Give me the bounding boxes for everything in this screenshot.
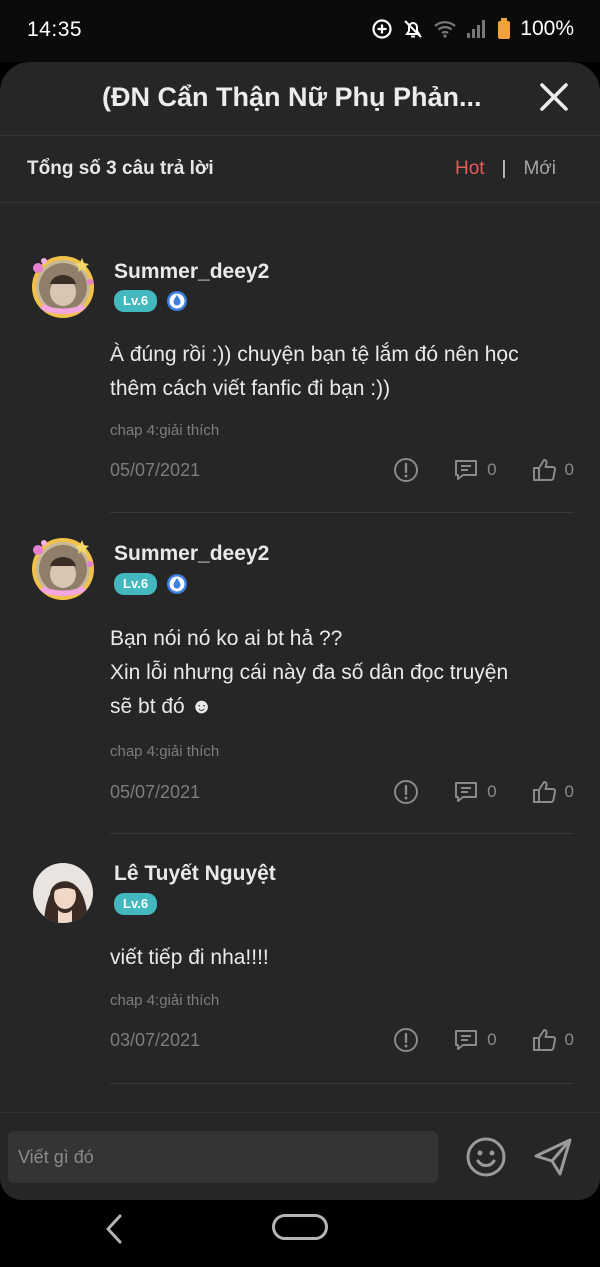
status-icons: 100%: [371, 17, 574, 41]
comment-item: Summer_deey2 Lv.6 Bạn nói nó ko ai bt hả…: [0, 514, 600, 834]
thumbs-up-icon: [532, 459, 556, 481]
total-replies: Tổng số 3 câu trả lời: [27, 158, 214, 179]
comment-item: Summer_deey2 Lv.6 À đúng rồi :)) chuyện …: [0, 204, 600, 514]
thumbs-up-icon: [532, 1029, 556, 1051]
user-badges: Lv.6: [114, 893, 158, 915]
level-badge: Lv.6: [114, 573, 158, 595]
report-icon: [394, 1028, 419, 1052]
home-button[interactable]: [272, 1214, 328, 1240]
like-button[interactable]: 0: [531, 457, 574, 483]
reply-button[interactable]: 0: [453, 1027, 497, 1053]
reply-count: 0: [487, 1030, 497, 1049]
avatar[interactable]: [30, 536, 96, 602]
sheet-title: (ĐN Cẩn Thận Nữ Phụ Phản...: [102, 82, 482, 112]
comment-actions: 0 0: [393, 457, 574, 483]
report-icon: [394, 780, 419, 804]
chapter-label[interactable]: chap 4:giải thích: [110, 422, 219, 439]
chapter-label[interactable]: chap 4:giải thích: [110, 743, 219, 760]
like-count: 0: [564, 460, 574, 479]
sheet-header: (ĐN Cẩn Thận Nữ Phụ Phản...: [0, 62, 600, 136]
divider: [110, 1083, 574, 1084]
comment-icon: [455, 460, 478, 480]
comment-input[interactable]: [8, 1131, 438, 1183]
send-icon[interactable]: [533, 1137, 573, 1177]
comment-text: viết tiếp đi nha!!!!: [110, 946, 269, 969]
comment-date: 05/07/2021: [110, 460, 201, 480]
comment-actions: 0 0: [393, 1027, 574, 1053]
avatar[interactable]: [30, 254, 96, 320]
battery-percent: 100%: [520, 17, 574, 40]
user-avatar-icon: [33, 863, 93, 923]
comment-item: Lê Tuyết Nguyệt Lv.6 viết tiếp đi nha!!!…: [0, 834, 600, 1084]
user-badges: Lv.6: [114, 290, 188, 312]
system-nav-bar: [0, 1200, 600, 1267]
comment-icon: [455, 1030, 478, 1050]
comment-text: Bạn nói nó ko ai bt hả ?? Xin lỗi nhưng …: [110, 627, 509, 718]
sort-new-tab[interactable]: Mới: [523, 158, 556, 180]
report-button[interactable]: [393, 457, 419, 483]
sort-tabs: Hot | Mới: [455, 158, 556, 180]
comment-date: 05/07/2021: [110, 782, 201, 802]
signal-icon: [467, 20, 486, 38]
username[interactable]: Summer_deey2: [114, 260, 269, 284]
user-badges: Lv.6: [114, 573, 188, 595]
battery-icon: [498, 18, 511, 39]
sort-hot-tab[interactable]: Hot: [455, 158, 485, 180]
avatar[interactable]: [30, 860, 96, 926]
reply-button[interactable]: 0: [453, 457, 497, 483]
level-badge: Lv.6: [114, 290, 158, 312]
divider: [110, 512, 574, 513]
water-drop-badge-icon: [167, 291, 188, 311]
sort-separator: |: [501, 158, 507, 179]
like-button[interactable]: 0: [531, 1027, 574, 1053]
report-button[interactable]: [393, 779, 419, 805]
comment-text: À đúng rồi :)) chuyện bạn tệ lắm đó nên …: [110, 343, 519, 400]
close-icon[interactable]: [538, 81, 570, 113]
like-button[interactable]: 0: [531, 779, 574, 805]
status-bar: 14:35 100%: [0, 0, 600, 62]
wifi-icon: [434, 21, 457, 38]
comment-actions: 0 0: [393, 779, 574, 805]
avatar-frame-icon: [32, 256, 94, 318]
report-button[interactable]: [393, 1027, 419, 1053]
comment-input-bar: [0, 1112, 600, 1200]
back-chevron-icon[interactable]: [100, 1212, 130, 1246]
data-saver-icon: [372, 19, 392, 39]
emoji-icon[interactable]: [465, 1136, 507, 1178]
comments-sheet: (ĐN Cẩn Thận Nữ Phụ Phản... Tổng số 3 câ…: [0, 62, 600, 1200]
comments-subheader: Tổng số 3 câu trả lời Hot | Mới: [0, 136, 600, 203]
report-icon: [394, 458, 419, 482]
like-count: 0: [564, 782, 574, 801]
thumbs-up-icon: [532, 781, 556, 803]
level-badge: Lv.6: [114, 893, 158, 915]
like-count: 0: [564, 1030, 574, 1049]
status-time: 14:35: [27, 18, 83, 41]
avatar-frame-icon: [32, 538, 94, 600]
reply-count: 0: [487, 782, 497, 801]
reply-count: 0: [487, 460, 497, 479]
comment-icon: [455, 782, 478, 802]
water-drop-badge-icon: [167, 574, 188, 594]
username[interactable]: Lê Tuyết Nguyệt: [114, 862, 276, 886]
username[interactable]: Summer_deey2: [114, 542, 269, 566]
reply-button[interactable]: 0: [453, 779, 497, 805]
mute-bell-icon: [404, 20, 422, 38]
chapter-label[interactable]: chap 4:giải thích: [110, 992, 219, 1009]
comment-date: 03/07/2021: [110, 1030, 201, 1050]
